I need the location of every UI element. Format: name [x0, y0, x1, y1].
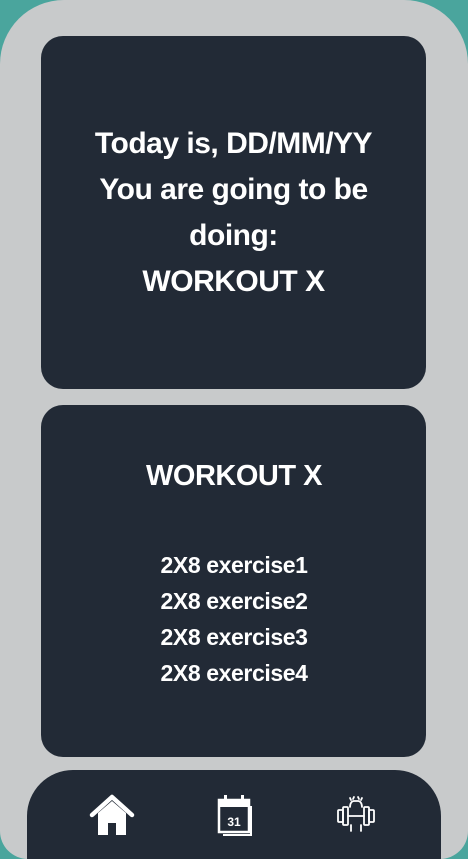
- greeting-date-line: Today is, DD/MM/YY: [94, 126, 373, 160]
- nav-calendar-button[interactable]: 31: [209, 790, 259, 840]
- calendar-icon: 31: [217, 795, 252, 836]
- exercise-list: 2X8 exercise1 2X8 exercise2 2X8 exercise…: [0, 547, 468, 691]
- greeting-doing-line: doing:: [189, 218, 278, 252]
- calendar-day-number: 31: [227, 815, 241, 829]
- app-frame: Today is, DD/MM/YY You are going to be d…: [0, 0, 468, 859]
- exercise-item: 2X8 exercise1: [160, 552, 308, 578]
- exercise-item: 2X8 exercise3: [160, 624, 308, 650]
- workout-icon: [337, 796, 375, 832]
- greeting-workout-name: WORKOUT X: [142, 264, 325, 298]
- exercise-item: 2X8 exercise4: [160, 660, 308, 686]
- bottom-nav: 31: [27, 770, 441, 859]
- exercise-item: 2X8 exercise2: [160, 588, 308, 614]
- home-icon: [89, 794, 135, 835]
- greeting-card: Today is, DD/MM/YY You are going to be d…: [41, 36, 426, 389]
- greeting-message-line: You are going to be: [99, 172, 368, 206]
- nav-home-button[interactable]: [87, 790, 137, 840]
- workout-title: WORKOUT X: [146, 460, 322, 492]
- nav-workout-button[interactable]: [331, 790, 381, 840]
